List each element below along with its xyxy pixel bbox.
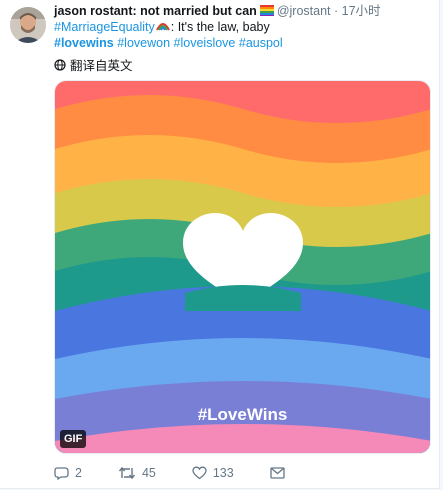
avatar-image (10, 7, 46, 43)
reply-icon (54, 467, 69, 480)
rainbow-artwork (55, 81, 430, 453)
hashtag-lovewon[interactable]: #lovewon (117, 36, 170, 50)
tweet-time[interactable]: 17小时 (342, 4, 381, 18)
rainbow-flag-icon (259, 5, 274, 20)
retweet-button[interactable]: 45 (118, 466, 156, 480)
hashtag-marriage-equality[interactable]: #MarriageEquality (54, 20, 155, 34)
tweet-body-text: : It's the law, baby (170, 20, 270, 34)
avatar[interactable] (10, 7, 46, 43)
tweet-card: jason rostant: not married but can @jrost… (0, 0, 440, 489)
tweet-actions: 2 45 133 (54, 466, 321, 480)
hashtag-auspol[interactable]: #auspol (239, 36, 283, 50)
reply-button[interactable]: 2 (54, 466, 82, 480)
direct-message-button[interactable] (270, 467, 285, 479)
retweet-count: 45 (141, 466, 156, 480)
translate-link[interactable]: 翻译自英文 (54, 55, 133, 74)
tweet-text: #MarriageEquality : It's the law, baby #l… (54, 19, 434, 51)
gif-badge: GIF (60, 430, 87, 448)
retweet-icon (118, 466, 135, 480)
hashtag-loveislove[interactable]: #loveislove (174, 36, 236, 50)
media-overlay-text: #LoveWins (197, 405, 288, 424)
tweet-header: jason rostant: not married but can @jrost… (54, 4, 434, 20)
user-handle[interactable]: @jrostant (277, 4, 331, 18)
gif-media[interactable]: #LoveWins GIF (54, 80, 431, 454)
globe-icon (54, 58, 66, 71)
heart-icon (192, 466, 207, 480)
reply-count: 2 (75, 466, 82, 480)
like-button[interactable]: 133 (192, 466, 234, 480)
separator: · (333, 4, 339, 18)
like-count: 133 (212, 466, 234, 480)
hashtag-emoji-icon (155, 20, 171, 34)
display-name[interactable]: jason rostant: not married but can (54, 4, 257, 18)
mail-icon (270, 467, 285, 479)
translate-label: 翻译自英文 (70, 59, 133, 73)
hashtag-lovewins[interactable]: #lovewins (54, 36, 114, 50)
